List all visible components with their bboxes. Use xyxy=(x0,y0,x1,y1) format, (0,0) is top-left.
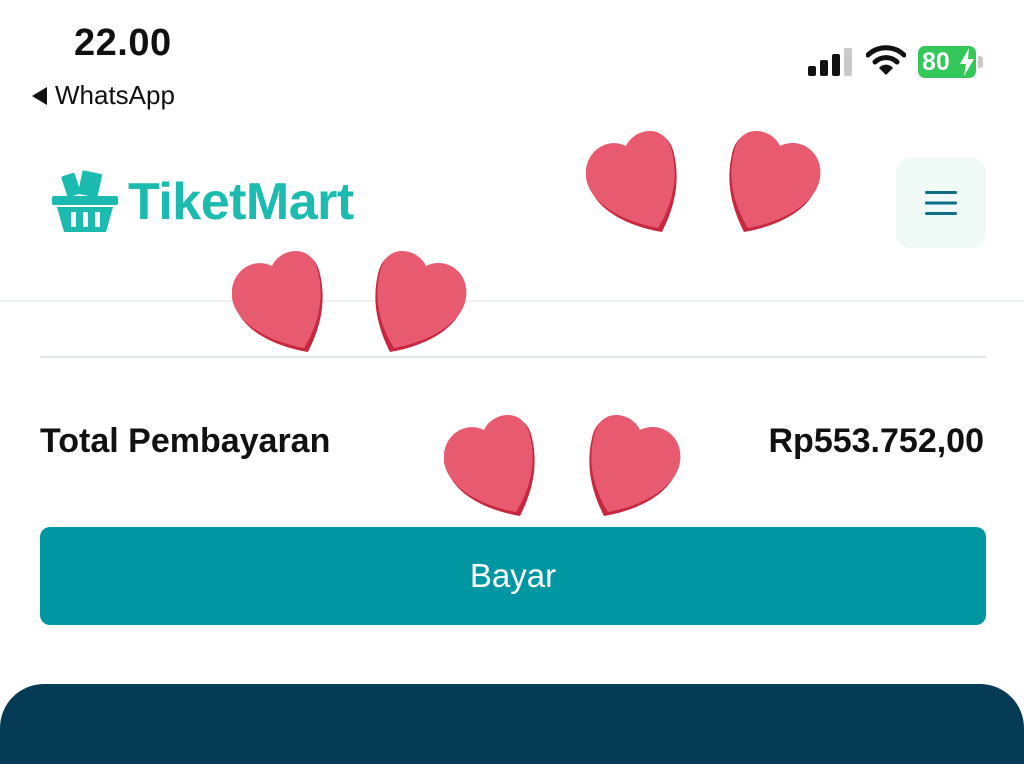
page-footer xyxy=(0,684,1024,764)
heart-sticker-icon xyxy=(232,251,323,352)
charging-bolt-icon xyxy=(960,48,974,76)
cellular-signal-icon xyxy=(808,48,852,76)
back-to-app-link[interactable]: WhatsApp xyxy=(32,80,175,111)
basket-icon xyxy=(52,170,118,232)
pay-button[interactable]: Bayar xyxy=(40,527,986,625)
status-time: 22.00 xyxy=(74,22,172,64)
section-divider xyxy=(40,356,986,358)
menu-button[interactable] xyxy=(896,158,986,248)
status-bar: 22.00 WhatsApp 80 xyxy=(0,0,1024,120)
wifi-icon xyxy=(866,45,906,75)
site-header: TiketMart xyxy=(0,120,1024,302)
heart-sticker-icon xyxy=(375,251,467,352)
tiketmart-logo[interactable]: TiketMart xyxy=(52,170,354,234)
battery-tip xyxy=(978,56,983,68)
hamburger-menu-icon xyxy=(925,191,957,215)
total-payment-label: Total Pembayaran xyxy=(40,422,331,460)
battery-icon: 80 xyxy=(918,46,984,78)
heart-sticker-icon xyxy=(589,415,681,516)
heart-sticker-icon xyxy=(586,131,677,232)
heart-sticker-icon xyxy=(729,131,821,232)
back-triangle-icon xyxy=(32,86,47,105)
heart-sticker-icon xyxy=(444,415,535,516)
brand-name: TiketMart xyxy=(128,173,354,231)
back-app-label: WhatsApp xyxy=(55,80,175,110)
total-payment-value: Rp553.752,00 xyxy=(768,422,985,460)
